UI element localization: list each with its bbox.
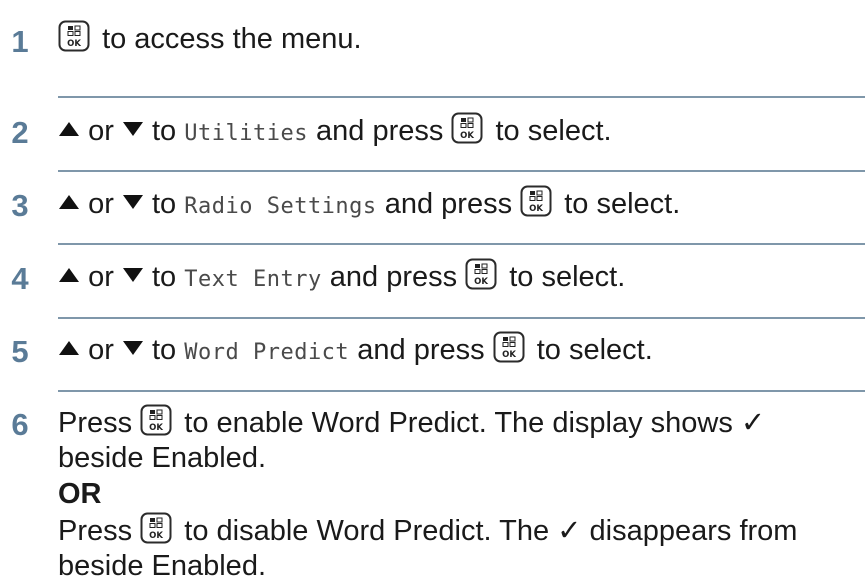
step-text: to access the menu. <box>102 23 362 55</box>
down-arrow-icon <box>122 194 144 210</box>
menu-ok-key-icon: OK <box>140 404 172 436</box>
menu-ok-key-icon: OK <box>140 512 172 544</box>
step-divider <box>58 170 865 172</box>
menu-ok-key-icon: OK <box>493 331 525 363</box>
step-number: 1 <box>11 24 29 59</box>
menu-item-name: Word Predict <box>184 340 350 365</box>
svg-text:OK: OK <box>149 531 163 541</box>
step-number: 2 <box>11 115 29 150</box>
procedure-page: 1 OK to access the menu. 2 or to Utiliti… <box>0 0 865 582</box>
or-label: OR <box>58 478 102 510</box>
step-number: 3 <box>11 188 29 223</box>
svg-text:OK: OK <box>461 131 475 141</box>
up-arrow-icon <box>58 194 80 210</box>
step-divider <box>58 96 865 98</box>
step-divider <box>58 243 865 245</box>
step-divider <box>58 390 865 392</box>
svg-text:OK: OK <box>67 39 81 49</box>
down-arrow-icon <box>122 340 144 356</box>
menu-ok-key-icon: OK <box>465 258 497 290</box>
step-number: 6 <box>11 407 29 442</box>
up-arrow-icon <box>58 121 80 137</box>
step-number: 4 <box>11 261 29 296</box>
menu-ok-key-icon: OK <box>520 185 552 217</box>
menu-ok-key-icon: OK <box>451 112 483 144</box>
svg-text:OK: OK <box>149 423 163 433</box>
svg-text:OK: OK <box>474 277 488 287</box>
down-arrow-icon <box>122 121 144 137</box>
svg-text:OK: OK <box>529 204 543 214</box>
up-arrow-icon <box>58 340 80 356</box>
down-arrow-icon <box>122 267 144 283</box>
step-number: 5 <box>11 334 29 369</box>
menu-item-name: Text Entry <box>184 267 322 292</box>
menu-item-name: Radio Settings <box>184 194 377 219</box>
menu-item-name: Utilities <box>184 121 308 146</box>
step-divider <box>58 317 865 319</box>
menu-ok-key-icon: OK <box>58 20 90 52</box>
svg-text:OK: OK <box>502 350 516 360</box>
up-arrow-icon <box>58 267 80 283</box>
